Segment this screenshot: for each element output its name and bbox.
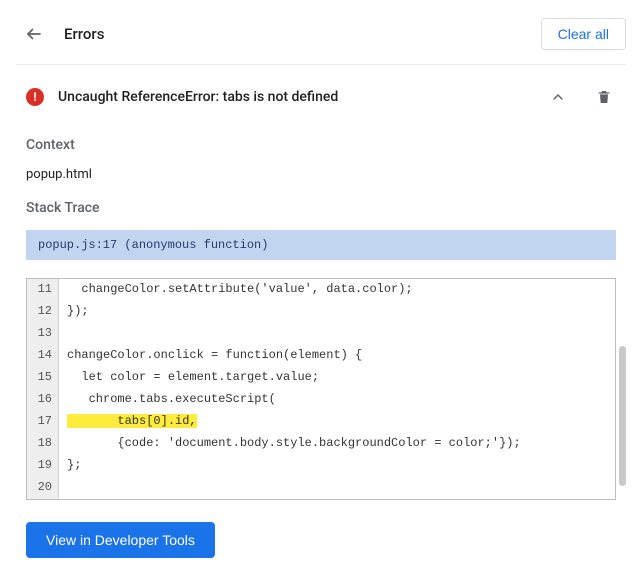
code-line: 12}); xyxy=(27,301,615,323)
error-item[interactable]: ! Uncaught ReferenceError: tabs is not d… xyxy=(16,75,626,119)
back-arrow-icon[interactable] xyxy=(24,24,44,44)
code-line: 15 let color = element.target.value; xyxy=(27,367,615,389)
code-text xyxy=(59,477,615,499)
code-line: 20 xyxy=(27,477,615,499)
code-text: }); xyxy=(59,301,615,323)
code-line: 19}; xyxy=(27,455,615,477)
code-text xyxy=(59,323,615,345)
collapse-chevron-icon[interactable] xyxy=(546,85,570,109)
line-number: 18 xyxy=(27,433,59,455)
context-label: Context xyxy=(26,137,626,153)
line-number: 15 xyxy=(27,367,59,389)
line-number: 12 xyxy=(27,301,59,323)
code-line: 11 changeColor.setAttribute('value', dat… xyxy=(27,279,615,301)
delete-error-icon[interactable] xyxy=(592,85,616,109)
highlighted-code: tabs[0].id, xyxy=(67,414,197,428)
code-line: 18 {code: 'document.body.style.backgroun… xyxy=(27,433,615,455)
line-number: 19 xyxy=(27,455,59,477)
panel-header: Errors Clear all xyxy=(16,10,626,64)
line-number: 20 xyxy=(27,477,59,499)
errors-panel: Errors Clear all ! Uncaught ReferenceErr… xyxy=(0,0,642,582)
code-text: {code: 'document.body.style.backgroundCo… xyxy=(59,433,615,455)
page-title: Errors xyxy=(64,25,541,43)
line-number: 13 xyxy=(27,323,59,345)
code-text: tabs[0].id, xyxy=(59,411,615,433)
code-text: }; xyxy=(59,455,615,477)
line-number: 17 xyxy=(27,411,59,433)
line-number: 11 xyxy=(27,279,59,301)
clear-all-button[interactable]: Clear all xyxy=(541,18,626,50)
code-container: 11 changeColor.setAttribute('value', dat… xyxy=(26,278,616,500)
line-number: 14 xyxy=(27,345,59,367)
stack-trace-frame[interactable]: popup.js:17 (anonymous function) xyxy=(26,230,616,260)
code-line: 16 chrome.tabs.executeScript( xyxy=(27,389,615,411)
error-message: Uncaught ReferenceError: tabs is not def… xyxy=(58,89,546,105)
code-line: 13 xyxy=(27,323,615,345)
code-line: 17 tabs[0].id, xyxy=(27,411,615,433)
scrollbar-thumb[interactable] xyxy=(619,346,626,486)
context-value: popup.html xyxy=(26,167,626,182)
code-snippet: 11 changeColor.setAttribute('value', dat… xyxy=(26,278,616,500)
code-text: let color = element.target.value; xyxy=(59,367,615,389)
stack-trace-label: Stack Trace xyxy=(26,200,626,216)
view-devtools-button[interactable]: View in Developer Tools xyxy=(26,522,215,558)
code-text: chrome.tabs.executeScript( xyxy=(59,389,615,411)
line-number: 16 xyxy=(27,389,59,411)
divider xyxy=(16,64,626,65)
error-badge-icon: ! xyxy=(26,88,44,106)
code-line: 14changeColor.onclick = function(element… xyxy=(27,345,615,367)
code-text: changeColor.onclick = function(element) … xyxy=(59,345,615,367)
code-text: changeColor.setAttribute('value', data.c… xyxy=(59,279,615,301)
